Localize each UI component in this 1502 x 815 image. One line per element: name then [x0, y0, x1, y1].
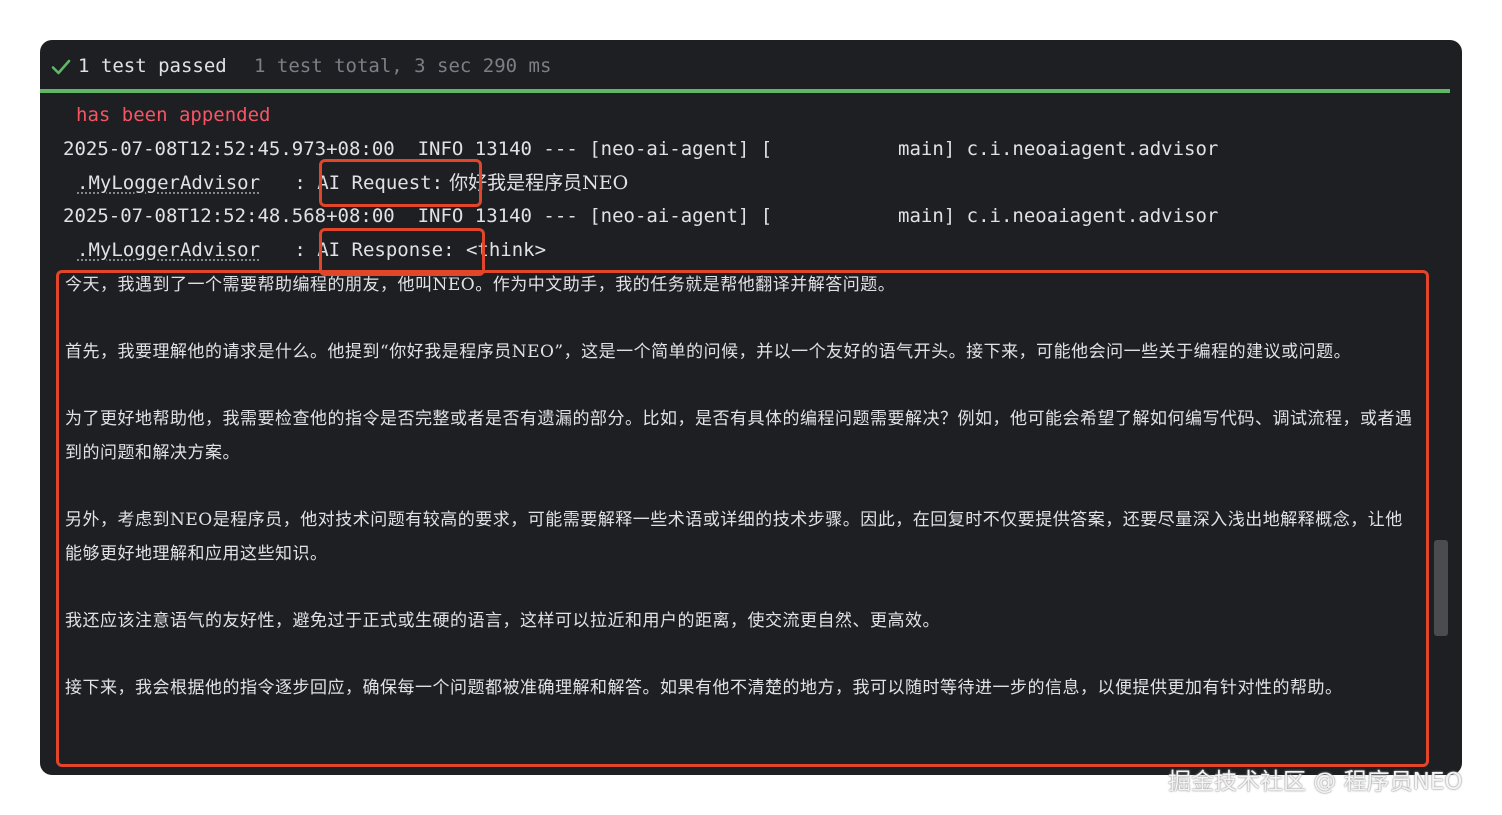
response-paragraph: 接下来，我会根据他的指令逐步回应，确保每一个问题都被准确理解和解答。如果有他不清… — [65, 678, 1343, 698]
log-line-request-header: 2025-07-08T12:52:45.973+08:00 INFO 13140… — [63, 138, 1219, 160]
response-paragraph: 今天，我遇到了一个需要帮助编程的朋友，他叫NEO。作为中文助手，我的任务就是帮他… — [65, 275, 896, 295]
log-separator: : — [260, 239, 318, 261]
response-paragraph: 我还应该注意语气的友好性，避免过于正式或生硬的语言，这样可以拉近和用户的距离，使… — [65, 611, 940, 631]
console-scrollbar-thumb[interactable] — [1434, 540, 1448, 636]
log-separator: : — [260, 172, 318, 194]
response-paragraph: 首先，我要理解他的请求是什么。他提到“你好我是程序员NEO”，这是一个简单的问候… — [65, 342, 1352, 362]
watermark: 掘金技术社区 @ 程序员NEO — [1168, 769, 1463, 795]
test-status-bar: 1 test passed 1 test total, 3 sec 290 ms — [40, 40, 1462, 92]
test-summary-label: 1 test total, 3 sec 290 ms — [254, 55, 552, 77]
appended-message: has been appended — [76, 104, 271, 126]
log-line-request-body: .MyLoggerAdvisor : AI Request: 你好我是程序员NE… — [77, 168, 628, 198]
test-progress-bar — [40, 89, 1450, 93]
request-label: AI Request: — [317, 172, 444, 194]
request-message: 你好我是程序员NEO — [443, 172, 629, 194]
response-paragraph: 为了更好地帮助他，我需要检查他的指令是否完整或者是否有遗漏的部分。比如，是否有具… — [65, 409, 1413, 463]
response-paragraph: 另外，考虑到NEO是程序员，他对技术问题有较高的要求，可能需要解释一些术语或详细… — [65, 510, 1403, 564]
ai-response-text: 今天，我遇到了一个需要帮助编程的朋友，他叫NEO。作为中文助手，我的任务就是帮他… — [65, 268, 1420, 738]
console-output[interactable]: has been appended 2025-07-08T12:52:45.97… — [40, 96, 1462, 775]
logger-class-link[interactable]: .MyLoggerAdvisor — [77, 172, 260, 194]
response-label: AI Response: — [317, 239, 455, 261]
response-message: <think> — [454, 239, 547, 261]
check-icon — [51, 59, 71, 75]
log-line-response-body: .MyLoggerAdvisor : AI Response: <think> — [77, 235, 546, 265]
log-line-response-header: 2025-07-08T12:52:48.568+08:00 INFO 13140… — [63, 205, 1219, 227]
logger-class-link[interactable]: .MyLoggerAdvisor — [77, 239, 260, 261]
test-run-window: 1 test passed 1 test total, 3 sec 290 ms… — [40, 40, 1462, 775]
test-passed-label: 1 test passed — [78, 55, 227, 77]
